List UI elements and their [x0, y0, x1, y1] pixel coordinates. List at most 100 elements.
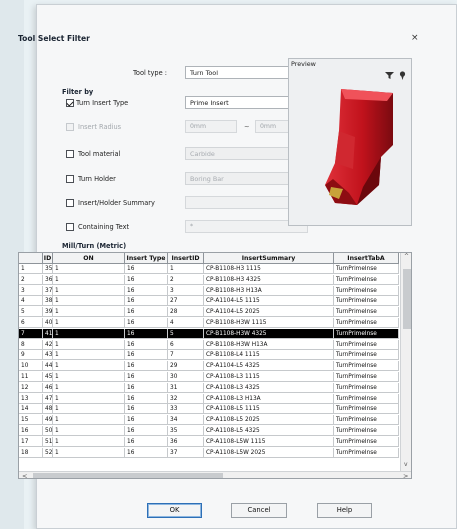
cell-insert-type: 16	[125, 274, 168, 285]
cell-insert-id: 29	[168, 361, 204, 372]
scroll-down-arrow[interactable]: v	[404, 461, 408, 468]
cell-insert-id: 28	[168, 307, 204, 318]
cell-insert-tab: TurnPrimeInse	[334, 274, 399, 285]
turn-holder-checkbox[interactable]	[66, 175, 74, 183]
cell-insert-tab: TurnPrimeInse	[334, 350, 399, 361]
cell-row-number: 8	[19, 339, 43, 350]
cell-on: 1	[53, 393, 125, 404]
table-row[interactable]: 17 51 1 16 36 CP-A1108-L5W 1115 TurnPrimeInse	[19, 436, 399, 447]
insert-radius-from-field[interactable]: 0mm	[185, 120, 237, 133]
cell-on: 1	[53, 436, 125, 447]
table-row[interactable]: 7 41 1 16 5 CP-B1108-H3W 4325 TurnPrimeInse	[19, 328, 399, 339]
dialog-title: Tool Select Filter	[18, 34, 90, 43]
cell-insert-type: 16	[125, 328, 168, 339]
grid-title: Mill/Turn (Metric)	[62, 242, 127, 250]
table-row[interactable]: 6 40 1 16 4 CP-B1108-H3W 1115 TurnPrimeInse	[19, 318, 399, 328]
pin-icon[interactable]	[399, 71, 406, 80]
cell-insert-tab: TurnPrimeInse	[334, 415, 399, 426]
cell-id: 42	[45, 339, 53, 350]
cell-on: 1	[53, 361, 125, 372]
column-header-rownum[interactable]	[19, 253, 43, 264]
tool-material-label: Tool material	[78, 150, 121, 158]
cell-insert-id: 3	[168, 285, 204, 296]
cell-row-number: 4	[19, 296, 43, 307]
table-row[interactable]: 4 38 1 16 27 CP-A1104-L5 1115 TurnPrimeInse	[19, 296, 399, 307]
cell-insert-tab: TurnPrimeInse	[334, 264, 399, 274]
table-row[interactable]: 14 48 1 16 33 CP-A1108-L5 1115 TurnPrimeInse	[19, 404, 399, 415]
cell-id: 37	[45, 285, 53, 296]
cell-row-number: 14	[19, 404, 43, 415]
tool-type-label: Tool type :	[133, 69, 167, 77]
table-row[interactable]: 13 47 1 16 32 CP-A1108-L3 H13A TurnPrimeInse	[19, 393, 399, 404]
column-header-insert-type[interactable]: Insert Type	[125, 253, 168, 264]
turn-insert-type-value: Prime Insert	[190, 99, 229, 107]
tool-preview-image	[325, 89, 393, 205]
table-row[interactable]: 10 44 1 16 29 CP-A1104-L5 4325 TurnPrimeInse	[19, 361, 399, 372]
cell-insert-summary: CP-A1108-L5 1115	[204, 404, 334, 415]
cell-on: 1	[53, 285, 125, 296]
cell-insert-tab: TurnPrimeInse	[334, 426, 399, 436]
cell-insert-type: 16	[125, 372, 168, 382]
cell-row-number: 7	[19, 328, 43, 339]
cell-insert-type: 16	[125, 307, 168, 318]
table-row[interactable]: 9 43 1 16 7 CP-B1108-L4 1115 TurnPrimeInse	[19, 350, 399, 361]
cell-row-number: 5	[19, 307, 43, 318]
table-row[interactable]: 8 42 1 16 6 CP-B1108-H3W H13A TurnPrimeInse	[19, 339, 399, 350]
cell-id: 43	[45, 350, 53, 361]
grid-header: ID ON Insert Type InsertID InsertSummary…	[19, 253, 399, 264]
column-header-insert-tab[interactable]: InsertTabA	[334, 253, 399, 264]
table-row[interactable]: 1 35 1 16 1 CP-B1108-H3 1115 TurnPrimeInse	[19, 264, 399, 274]
tool-material-checkbox[interactable]	[66, 150, 74, 158]
column-header-insert-id[interactable]: InsertID	[168, 253, 204, 264]
vertical-scrollbar[interactable]: ^ v	[400, 253, 411, 471]
cell-row-number: 17	[19, 436, 43, 447]
preview-panel: Preview	[288, 58, 412, 226]
cell-insert-id: 35	[168, 426, 204, 436]
cell-insert-tab: TurnPrimeInse	[334, 382, 399, 393]
cell-id: 38	[45, 296, 53, 307]
insert-radius-checkbox[interactable]	[66, 123, 74, 131]
cell-row-number: 16	[19, 426, 43, 436]
vertical-scroll-thumb[interactable]	[403, 269, 411, 329]
table-row[interactable]: 5 39 1 16 28 CP-A1104-L5 2025 TurnPrimeInse	[19, 307, 399, 318]
cell-id: 45	[45, 372, 53, 382]
turn-insert-type-checkbox[interactable]	[66, 99, 74, 107]
cell-insert-summary: CP-A1108-L5 2025	[204, 415, 334, 426]
tool-material-value: Carbide	[190, 150, 215, 158]
scroll-right-arrow[interactable]: >	[403, 472, 408, 478]
horizontal-scroll-thumb[interactable]	[33, 473, 223, 478]
containing-text-checkbox[interactable]	[66, 223, 74, 231]
cell-on: 1	[53, 307, 125, 318]
cell-insert-summary: CP-A1104-L5 1115	[204, 296, 334, 307]
cell-insert-summary: CP-A1108-L3 4325	[204, 382, 334, 393]
cell-id: 36	[45, 274, 53, 285]
horizontal-scrollbar[interactable]: < >	[19, 471, 411, 478]
close-icon[interactable]: ×	[411, 33, 419, 43]
ok-button[interactable]: OK	[147, 503, 202, 518]
table-row[interactable]: 11 45 1 16 30 CP-A1108-L3 1115 TurnPrimeInse	[19, 372, 399, 382]
cell-insert-type: 16	[125, 361, 168, 372]
column-header-insert-summary[interactable]: InsertSummary	[204, 253, 334, 264]
column-header-id[interactable]: ID	[43, 253, 53, 264]
cancel-button[interactable]: Cancel	[231, 503, 287, 518]
cell-insert-type: 16	[125, 296, 168, 307]
insert-holder-summary-checkbox[interactable]	[66, 199, 74, 207]
cell-insert-id: 33	[168, 404, 204, 415]
table-row[interactable]: 2 36 1 16 2 CP-B1108-H3 4325 TurnPrimeInse	[19, 274, 399, 285]
cell-row-number: 11	[19, 372, 43, 382]
table-row[interactable]: 12 46 1 16 31 CP-A1108-L3 4325 TurnPrimeInse	[19, 382, 399, 393]
table-row[interactable]: 3 37 1 16 3 CP-B1108-H3 H13A TurnPrimeInse	[19, 285, 399, 296]
cell-insert-id: 36	[168, 436, 204, 447]
table-row[interactable]: 15 49 1 16 34 CP-A1108-L5 2025 TurnPrimeInse	[19, 415, 399, 426]
cell-insert-summary: CP-B1108-H3 1115	[204, 264, 334, 274]
column-header-on[interactable]: ON	[53, 253, 125, 264]
table-row[interactable]: 18 52 1 16 37 CP-A1108-L5W 2025 TurnPrimeInse	[19, 447, 399, 458]
turn-insert-type-label: Turn Insert Type	[76, 99, 129, 107]
table-row[interactable]: 16 50 1 16 35 CP-A1108-L5 4325 TurnPrimeInse	[19, 426, 399, 436]
help-button[interactable]: Help	[317, 503, 372, 518]
cell-insert-tab: TurnPrimeInse	[334, 372, 399, 382]
scroll-up-arrow[interactable]: ^	[404, 253, 409, 260]
scroll-left-arrow[interactable]: <	[22, 472, 27, 478]
cell-row-number: 12	[19, 382, 43, 393]
filter-icon[interactable]	[385, 71, 394, 80]
